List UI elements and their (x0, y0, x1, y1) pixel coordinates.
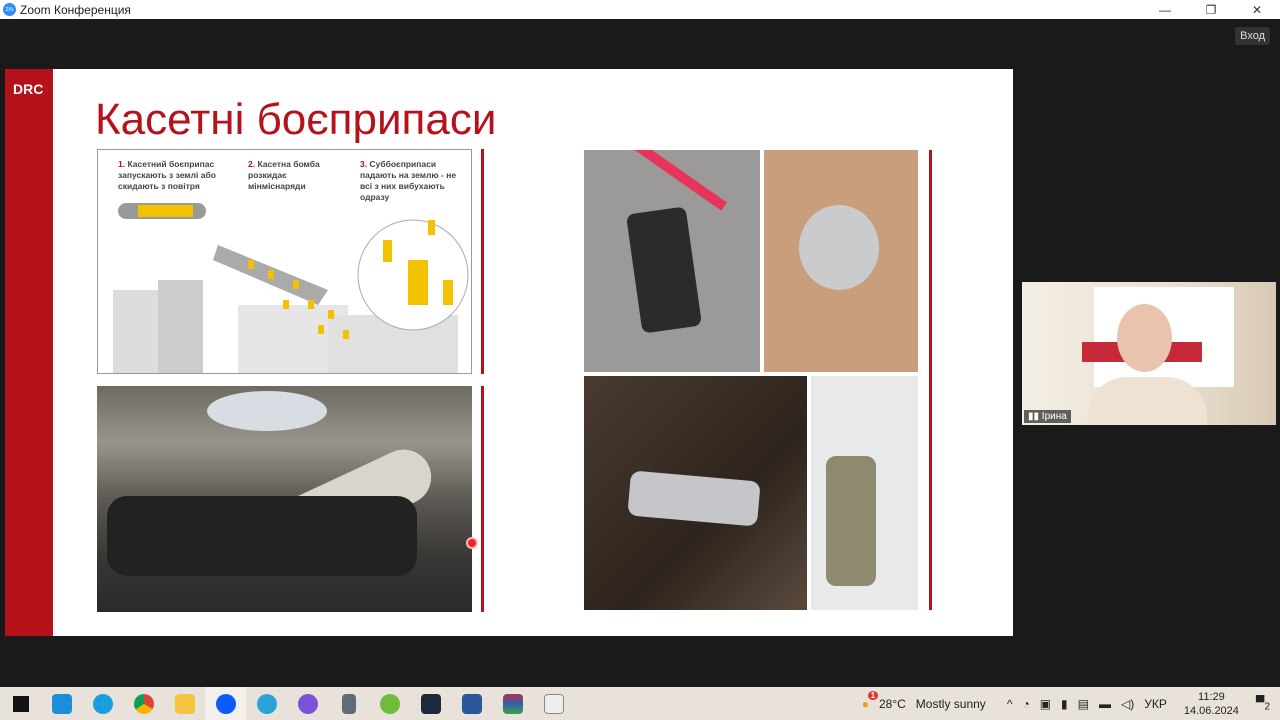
zoom-logo-icon: zm (3, 3, 16, 16)
app-tray-icon[interactable]: ▤ (1078, 697, 1089, 711)
weather-text[interactable]: Mostly sunny (916, 697, 986, 711)
shared-slide: DRC Касетні боєприпаси 1. Касетний боєпр… (5, 69, 1013, 636)
close-button[interactable]: ✕ (1234, 0, 1280, 19)
vpn-shield-icon[interactable] (410, 687, 451, 720)
slide-title: Касетні боєприпаси (95, 95, 497, 144)
laser-pointer (468, 539, 476, 547)
file-explorer-icon[interactable] (164, 687, 205, 720)
chevron-up-icon[interactable]: ^ (1007, 697, 1013, 711)
start-button[interactable] (0, 687, 41, 720)
language-indicator[interactable]: УКР (1144, 697, 1167, 711)
mail-icon[interactable] (41, 687, 82, 720)
weather-temp[interactable]: 28°C (879, 697, 906, 711)
drc-logo: DRC (13, 81, 44, 97)
submunition-photo-4 (811, 376, 918, 610)
title-bar: zm Zoom Конференция — ❐ ✕ (0, 0, 1280, 19)
submunition-photo-1 (584, 150, 760, 372)
wifi-icon[interactable]: ◔ (1022, 697, 1029, 711)
zoom-icon[interactable] (205, 687, 246, 720)
media-player-icon[interactable] (533, 687, 574, 720)
edge-icon[interactable] (82, 687, 123, 720)
volume-icon[interactable]: ◁) (1121, 697, 1134, 711)
window-title: Zoom Конференция (20, 2, 131, 17)
divider (481, 149, 484, 374)
diagram-illustration (113, 203, 469, 373)
carport-photo (97, 386, 472, 612)
weather-icon[interactable]: ● 1 (862, 690, 879, 711)
cluster-munition-diagram: 1. Касетний боєприпас запускають з землі… (97, 149, 472, 374)
taskbar: ● 1 28°C Mostly sunny ^ ◔ ▣ ▮ ▤ ▬ ◁) УКР … (0, 687, 1280, 720)
divider (929, 150, 932, 610)
clock[interactable]: 11:29 14.06.2024 (1184, 690, 1239, 718)
winrar-icon[interactable] (492, 687, 533, 720)
telegram-icon[interactable] (246, 687, 287, 720)
participant-name: ▮▮ Ірина (1024, 410, 1071, 423)
divider (481, 386, 484, 612)
chrome-icon[interactable] (123, 687, 164, 720)
submunition-photo-2 (764, 150, 918, 372)
notifications-icon[interactable]: ▀2 (1256, 695, 1270, 712)
exit-fullscreen-button[interactable]: Вход (1235, 27, 1270, 45)
viber-icon[interactable] (287, 687, 328, 720)
microphone-icon[interactable]: ▮ (1061, 697, 1068, 711)
participant-video[interactable]: ▮▮ Ірина (1022, 282, 1276, 425)
restore-button[interactable]: ❐ (1188, 0, 1234, 19)
calculator-icon[interactable] (328, 687, 369, 720)
utorrent-icon[interactable] (369, 687, 410, 720)
minimize-button[interactable]: — (1142, 0, 1188, 19)
word-icon[interactable] (451, 687, 492, 720)
camera-icon[interactable]: ▣ (1040, 697, 1051, 711)
battery-icon[interactable]: ▬ (1099, 697, 1111, 711)
submunition-photo-3 (584, 376, 807, 610)
slide-sidebar (5, 69, 53, 636)
